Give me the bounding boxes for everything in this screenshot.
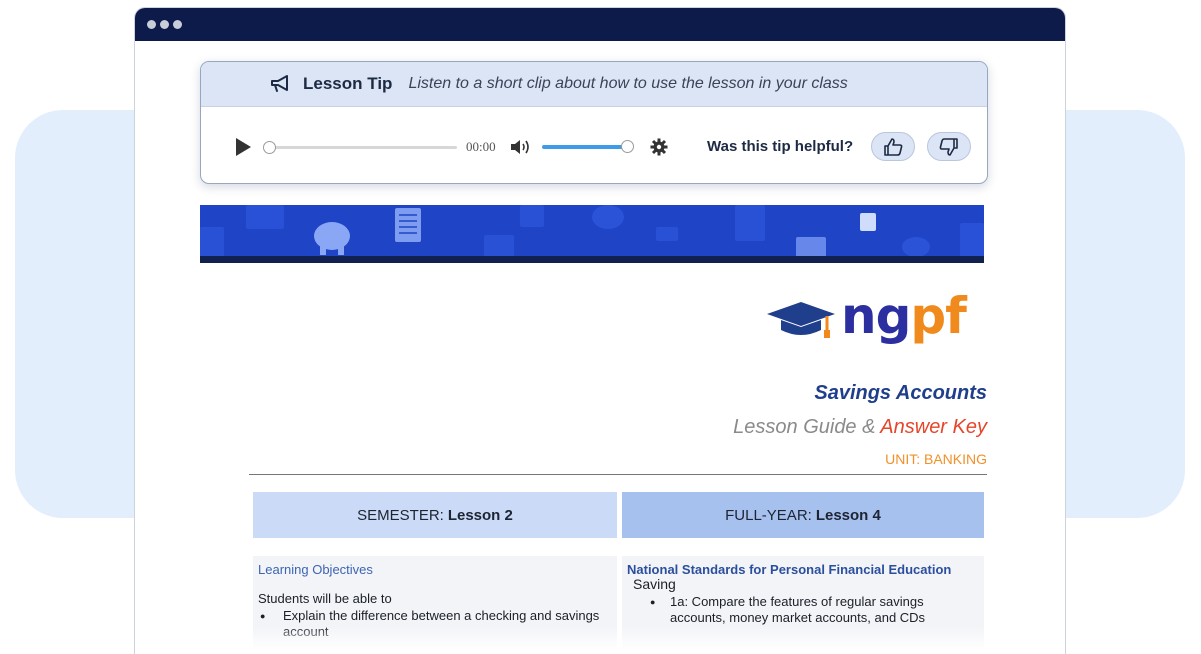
thumbs-up-icon [884, 137, 903, 156]
lesson-title: Savings Accounts [814, 382, 987, 404]
gear-icon[interactable] [650, 138, 668, 156]
window-dot[interactable] [173, 20, 182, 29]
ngpf-logo: ngpf [765, 287, 967, 350]
window-dot[interactable] [160, 20, 169, 29]
fullyear-lesson-header: FULL-YEAR: Lesson 4 [622, 492, 984, 538]
play-icon[interactable] [234, 137, 252, 157]
lesson-tip-title: Lesson Tip [303, 74, 393, 93]
volume-slider[interactable] [542, 145, 628, 149]
semester-lesson-header: SEMESTER: Lesson 2 [253, 492, 617, 538]
time-display: 00:00 [466, 139, 496, 154]
learning-objectives-panel: Learning Objectives Students will be abl… [253, 556, 617, 654]
lesson-tip-header: Lesson Tip Listen to a short clip about … [201, 62, 987, 107]
banner-strip [200, 256, 984, 263]
lesson-tip-card: Lesson Tip Listen to a short clip about … [200, 61, 988, 184]
browser-window: Lesson Tip Listen to a short clip about … [135, 8, 1065, 654]
thumbs-down-button[interactable] [927, 132, 971, 161]
national-standards-heading: National Standards for Personal Financia… [627, 562, 952, 577]
header-banner [200, 205, 984, 263]
answer-key-label: Answer Key [880, 416, 987, 438]
megaphone-icon [271, 75, 288, 92]
lesson-tip-description: Listen to a short clip about how to use … [408, 75, 848, 92]
volume-knob[interactable] [621, 140, 634, 153]
audio-player: 00:00 Was this tip helpful? [201, 106, 987, 183]
list-item: 1a: Compare the features of regular savi… [650, 594, 975, 626]
progress-knob[interactable] [263, 141, 276, 154]
thumbs-down-icon [939, 137, 958, 156]
list-item: Explain the difference between a checkin… [260, 608, 603, 640]
objectives-intro: Students will be able to [258, 591, 392, 606]
divider [249, 474, 987, 475]
progress-track[interactable] [267, 146, 457, 149]
volume-icon[interactable] [510, 138, 532, 156]
national-standards-panel: National Standards for Personal Financia… [622, 556, 984, 654]
thumbs-up-button[interactable] [871, 132, 915, 161]
window-titlebar [135, 8, 1065, 41]
logo-wordmark: ngpf [841, 287, 967, 345]
unit-label: UNIT: BANKING [885, 451, 987, 467]
window-dot[interactable] [147, 20, 156, 29]
helpful-question: Was this tip helpful? [707, 138, 854, 155]
learning-objectives-heading: Learning Objectives [258, 562, 373, 577]
lesson-subtitle: Lesson Guide & Answer Key [733, 416, 987, 438]
graduation-cap-icon [767, 302, 835, 338]
standards-category: Saving [633, 576, 676, 592]
banner-pattern [200, 205, 984, 259]
